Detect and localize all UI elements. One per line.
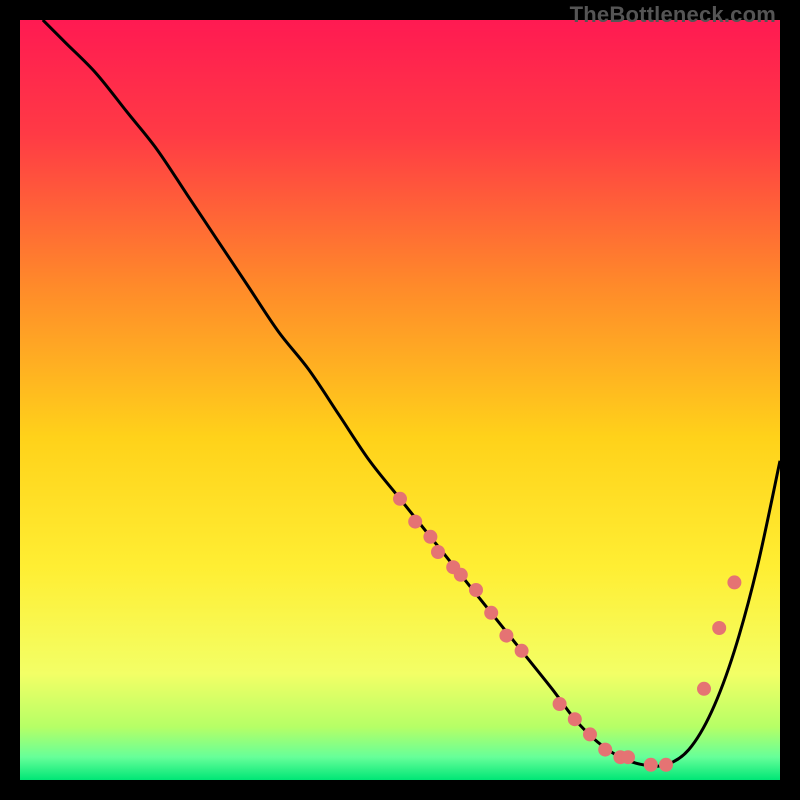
- marker-point: [644, 758, 658, 772]
- marker-point: [583, 727, 597, 741]
- marker-point: [598, 743, 612, 757]
- marker-point: [712, 621, 726, 635]
- marker-point: [568, 712, 582, 726]
- marker-point: [469, 583, 483, 597]
- marker-point: [423, 530, 437, 544]
- chart-svg: [20, 20, 780, 780]
- marker-point: [408, 515, 422, 529]
- chart-frame: [20, 20, 780, 780]
- marker-point: [499, 629, 513, 643]
- marker-point: [393, 492, 407, 506]
- marker-point: [454, 568, 468, 582]
- marker-point: [697, 682, 711, 696]
- watermark-text: TheBottleneck.com: [570, 2, 776, 28]
- marker-point: [659, 758, 673, 772]
- chart-background: [20, 20, 780, 780]
- marker-point: [621, 750, 635, 764]
- marker-point: [553, 697, 567, 711]
- marker-point: [431, 545, 445, 559]
- marker-point: [515, 644, 529, 658]
- marker-point: [484, 606, 498, 620]
- marker-point: [727, 575, 741, 589]
